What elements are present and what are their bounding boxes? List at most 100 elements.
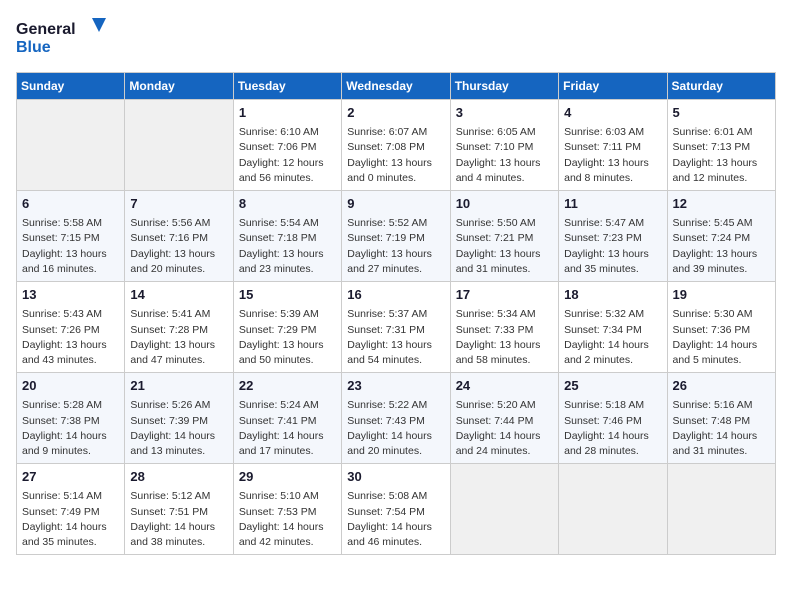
calendar-cell: 6 Sunrise: 5:58 AM Sunset: 7:15 PM Daylig… bbox=[17, 191, 125, 282]
calendar-body: 1 Sunrise: 6:10 AM Sunset: 7:06 PM Daylig… bbox=[17, 100, 776, 555]
calendar-cell bbox=[125, 100, 233, 191]
calendar-cell: 1 Sunrise: 6:10 AM Sunset: 7:06 PM Daylig… bbox=[233, 100, 341, 191]
weekday-header-cell: Thursday bbox=[450, 73, 558, 100]
day-number: 9 bbox=[347, 195, 444, 213]
day-number: 12 bbox=[673, 195, 770, 213]
day-number: 30 bbox=[347, 468, 444, 486]
svg-text:General: General bbox=[16, 21, 76, 38]
day-info: Sunrise: 5:12 AM Sunset: 7:51 PM Dayligh… bbox=[130, 489, 227, 550]
day-info: Sunrise: 6:05 AM Sunset: 7:10 PM Dayligh… bbox=[456, 125, 553, 186]
calendar-cell: 5 Sunrise: 6:01 AM Sunset: 7:13 PM Daylig… bbox=[667, 100, 775, 191]
calendar-cell: 7 Sunrise: 5:56 AM Sunset: 7:16 PM Daylig… bbox=[125, 191, 233, 282]
weekday-header-cell: Wednesday bbox=[342, 73, 450, 100]
day-number: 24 bbox=[456, 377, 553, 395]
calendar-cell: 23 Sunrise: 5:22 AM Sunset: 7:43 PM Dayli… bbox=[342, 373, 450, 464]
day-info: Sunrise: 5:26 AM Sunset: 7:39 PM Dayligh… bbox=[130, 398, 227, 459]
day-info: Sunrise: 5:20 AM Sunset: 7:44 PM Dayligh… bbox=[456, 398, 553, 459]
calendar-week-row: 13 Sunrise: 5:43 AM Sunset: 7:26 PM Dayli… bbox=[17, 282, 776, 373]
weekday-header-cell: Monday bbox=[125, 73, 233, 100]
calendar-week-row: 27 Sunrise: 5:14 AM Sunset: 7:49 PM Dayli… bbox=[17, 464, 776, 555]
day-number: 6 bbox=[22, 195, 119, 213]
day-info: Sunrise: 5:10 AM Sunset: 7:53 PM Dayligh… bbox=[239, 489, 336, 550]
calendar-cell: 19 Sunrise: 5:30 AM Sunset: 7:36 PM Dayli… bbox=[667, 282, 775, 373]
calendar-cell: 17Sunrise: 5:34 AM Sunset: 7:33 PM Dayli… bbox=[450, 282, 558, 373]
calendar-cell: 2 Sunrise: 6:07 AM Sunset: 7:08 PM Daylig… bbox=[342, 100, 450, 191]
calendar-cell bbox=[450, 464, 558, 555]
day-number: 14 bbox=[130, 286, 227, 304]
day-info: Sunrise: 5:56 AM Sunset: 7:16 PM Dayligh… bbox=[130, 216, 227, 277]
calendar-cell: 8 Sunrise: 5:54 AM Sunset: 7:18 PM Daylig… bbox=[233, 191, 341, 282]
day-number: 18 bbox=[564, 286, 661, 304]
day-info: Sunrise: 5:34 AM Sunset: 7:33 PM Dayligh… bbox=[456, 307, 553, 368]
day-number: 3 bbox=[456, 104, 553, 122]
calendar-week-row: 1 Sunrise: 6:10 AM Sunset: 7:06 PM Daylig… bbox=[17, 100, 776, 191]
day-info: Sunrise: 6:07 AM Sunset: 7:08 PM Dayligh… bbox=[347, 125, 444, 186]
day-info: Sunrise: 6:01 AM Sunset: 7:13 PM Dayligh… bbox=[673, 125, 770, 186]
day-number: 11 bbox=[564, 195, 661, 213]
day-number: 27 bbox=[22, 468, 119, 486]
day-info: Sunrise: 5:18 AM Sunset: 7:46 PM Dayligh… bbox=[564, 398, 661, 459]
calendar-cell bbox=[559, 464, 667, 555]
day-info: Sunrise: 5:39 AM Sunset: 7:29 PM Dayligh… bbox=[239, 307, 336, 368]
calendar-cell bbox=[667, 464, 775, 555]
weekday-header-cell: Saturday bbox=[667, 73, 775, 100]
calendar-table: SundayMondayTuesdayWednesdayThursdayFrid… bbox=[16, 72, 776, 555]
calendar-cell: 22 Sunrise: 5:24 AM Sunset: 7:41 PM Dayli… bbox=[233, 373, 341, 464]
day-info: Sunrise: 6:10 AM Sunset: 7:06 PM Dayligh… bbox=[239, 125, 336, 186]
day-number: 29 bbox=[239, 468, 336, 486]
svg-text:Blue: Blue bbox=[16, 39, 51, 56]
calendar-cell: 16 Sunrise: 5:37 AM Sunset: 7:31 PM Dayli… bbox=[342, 282, 450, 373]
day-info: Sunrise: 5:14 AM Sunset: 7:49 PM Dayligh… bbox=[22, 489, 119, 550]
calendar-cell: 21 Sunrise: 5:26 AM Sunset: 7:39 PM Dayli… bbox=[125, 373, 233, 464]
day-info: Sunrise: 5:22 AM Sunset: 7:43 PM Dayligh… bbox=[347, 398, 444, 459]
logo-svg: GeneralBlue bbox=[16, 16, 126, 60]
day-info: Sunrise: 5:54 AM Sunset: 7:18 PM Dayligh… bbox=[239, 216, 336, 277]
calendar-week-row: 20Sunrise: 5:28 AM Sunset: 7:38 PM Dayli… bbox=[17, 373, 776, 464]
day-info: Sunrise: 5:30 AM Sunset: 7:36 PM Dayligh… bbox=[673, 307, 770, 368]
day-info: Sunrise: 5:47 AM Sunset: 7:23 PM Dayligh… bbox=[564, 216, 661, 277]
day-number: 21 bbox=[130, 377, 227, 395]
weekday-header-cell: Sunday bbox=[17, 73, 125, 100]
calendar-cell: 28 Sunrise: 5:12 AM Sunset: 7:51 PM Dayli… bbox=[125, 464, 233, 555]
day-number: 16 bbox=[347, 286, 444, 304]
day-info: Sunrise: 5:50 AM Sunset: 7:21 PM Dayligh… bbox=[456, 216, 553, 277]
day-number: 7 bbox=[130, 195, 227, 213]
day-number: 13 bbox=[22, 286, 119, 304]
day-number: 22 bbox=[239, 377, 336, 395]
day-info: Sunrise: 5:28 AM Sunset: 7:38 PM Dayligh… bbox=[22, 398, 119, 459]
day-number: 1 bbox=[239, 104, 336, 122]
header: GeneralBlue bbox=[16, 16, 776, 60]
calendar-cell: 26Sunrise: 5:16 AM Sunset: 7:48 PM Dayli… bbox=[667, 373, 775, 464]
day-info: Sunrise: 5:24 AM Sunset: 7:41 PM Dayligh… bbox=[239, 398, 336, 459]
day-number: 2 bbox=[347, 104, 444, 122]
day-number: 28 bbox=[130, 468, 227, 486]
day-info: Sunrise: 5:16 AM Sunset: 7:48 PM Dayligh… bbox=[673, 398, 770, 459]
day-number: 15 bbox=[239, 286, 336, 304]
day-info: Sunrise: 5:37 AM Sunset: 7:31 PM Dayligh… bbox=[347, 307, 444, 368]
day-info: Sunrise: 6:03 AM Sunset: 7:11 PM Dayligh… bbox=[564, 125, 661, 186]
day-info: Sunrise: 5:43 AM Sunset: 7:26 PM Dayligh… bbox=[22, 307, 119, 368]
calendar-cell: 10 Sunrise: 5:50 AM Sunset: 7:21 PM Dayli… bbox=[450, 191, 558, 282]
calendar-cell bbox=[17, 100, 125, 191]
calendar-week-row: 6 Sunrise: 5:58 AM Sunset: 7:15 PM Daylig… bbox=[17, 191, 776, 282]
weekday-header-row: SundayMondayTuesdayWednesdayThursdayFrid… bbox=[17, 73, 776, 100]
calendar-cell: 9Sunrise: 5:52 AM Sunset: 7:19 PM Daylig… bbox=[342, 191, 450, 282]
day-number: 19 bbox=[673, 286, 770, 304]
day-number: 23 bbox=[347, 377, 444, 395]
logo: GeneralBlue bbox=[16, 16, 126, 60]
weekday-header-cell: Tuesday bbox=[233, 73, 341, 100]
calendar-cell: 13 Sunrise: 5:43 AM Sunset: 7:26 PM Dayli… bbox=[17, 282, 125, 373]
day-number: 10 bbox=[456, 195, 553, 213]
calendar-cell: 24 Sunrise: 5:20 AM Sunset: 7:44 PM Dayli… bbox=[450, 373, 558, 464]
calendar-cell: 25 Sunrise: 5:18 AM Sunset: 7:46 PM Dayli… bbox=[559, 373, 667, 464]
day-info: Sunrise: 5:58 AM Sunset: 7:15 PM Dayligh… bbox=[22, 216, 119, 277]
day-number: 25 bbox=[564, 377, 661, 395]
calendar-cell: 4 Sunrise: 6:03 AM Sunset: 7:11 PM Daylig… bbox=[559, 100, 667, 191]
calendar-cell: 20Sunrise: 5:28 AM Sunset: 7:38 PM Dayli… bbox=[17, 373, 125, 464]
day-number: 5 bbox=[673, 104, 770, 122]
calendar-cell: 3 Sunrise: 6:05 AM Sunset: 7:10 PM Daylig… bbox=[450, 100, 558, 191]
day-number: 4 bbox=[564, 104, 661, 122]
day-info: Sunrise: 5:45 AM Sunset: 7:24 PM Dayligh… bbox=[673, 216, 770, 277]
day-info: Sunrise: 5:41 AM Sunset: 7:28 PM Dayligh… bbox=[130, 307, 227, 368]
day-number: 8 bbox=[239, 195, 336, 213]
